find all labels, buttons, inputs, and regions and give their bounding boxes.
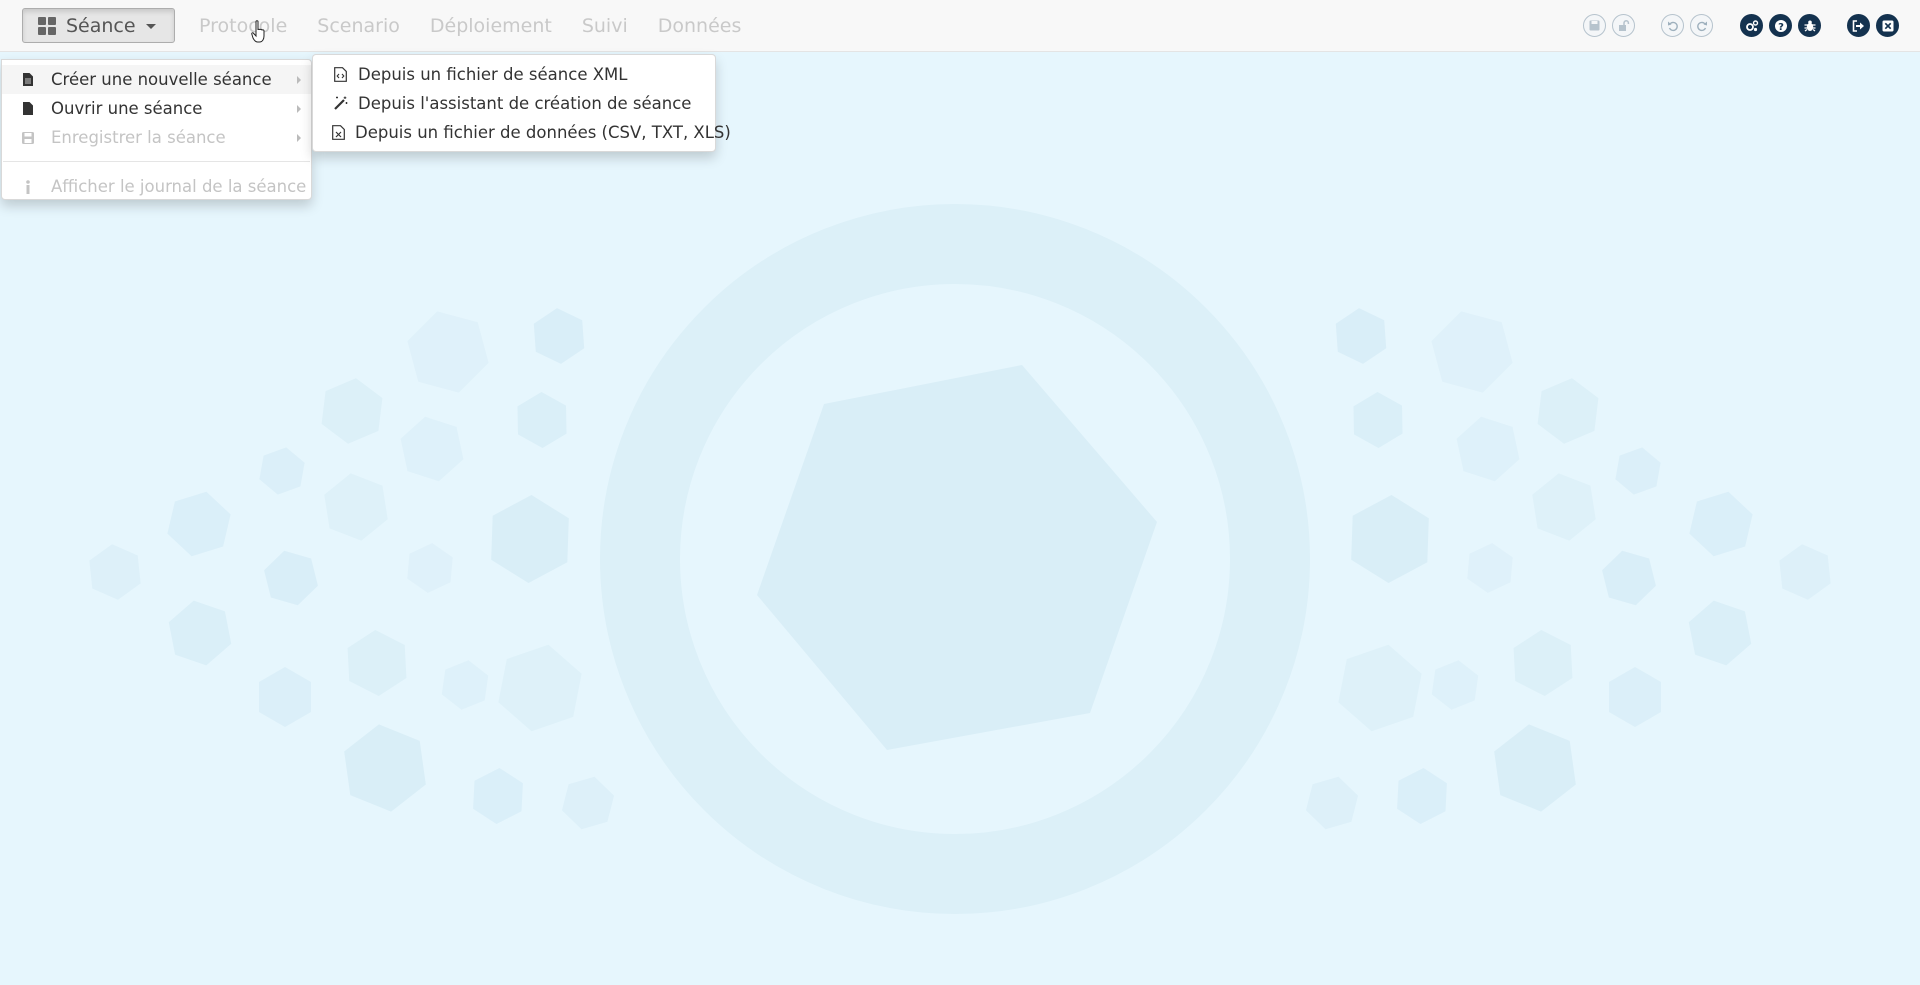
decorative-cube	[562, 776, 614, 830]
decorative-cube	[1338, 644, 1422, 732]
close-icon[interactable]	[1876, 14, 1899, 37]
decorative-cube	[347, 630, 407, 696]
menu-divider	[3, 161, 310, 162]
menu-item-label: Ouvrir une séance	[51, 99, 203, 118]
nav-suivi[interactable]: Suivi	[582, 15, 628, 37]
menu-item-ouvrir-seance[interactable]: Ouvrir une séance	[2, 94, 311, 123]
decorative-cube	[321, 378, 383, 444]
magic-wand-icon	[332, 96, 348, 111]
file-icon	[22, 72, 34, 87]
decorative-cube	[1602, 550, 1656, 606]
decorative-cube	[473, 768, 523, 824]
decorative-cube	[491, 495, 569, 583]
main-nav: Protocole Scenario Déploiement Suivi Don…	[199, 0, 771, 52]
nav-protocole[interactable]: Protocole	[199, 15, 287, 37]
menu-item-creer-seance[interactable]: Créer une nouvelle séance	[2, 65, 311, 94]
decorative-cube	[400, 416, 464, 482]
info-icon	[22, 179, 34, 194]
menu-item-label: Enregistrer la séance	[51, 128, 226, 147]
decorative-cube	[344, 724, 426, 812]
decorative-cube	[407, 543, 453, 593]
decorative-cube	[1351, 495, 1429, 583]
decorative-cube	[89, 544, 141, 600]
seance-dropdown-menu: Créer une nouvelle séance Ouvrir une séa…	[1, 59, 312, 200]
decorative-cube	[1537, 378, 1599, 444]
creer-seance-submenu: Depuis un fichier de séance XML Depuis l…	[312, 54, 731, 152]
menu-item-label: Créer une nouvelle séance	[51, 70, 272, 89]
app-tools-group: ?	[1740, 14, 1821, 38]
svg-text:?: ?	[1778, 22, 1784, 33]
nav-scenario[interactable]: Scenario	[317, 15, 400, 37]
decorative-cube	[264, 550, 318, 606]
decorative-cube	[1335, 308, 1387, 364]
menu-item-afficher-journal[interactable]: Afficher le journal de la séance	[2, 172, 311, 201]
menu-item-enregistrer-seance[interactable]: Enregistrer la séance	[2, 123, 311, 152]
unlock-icon[interactable]	[1612, 14, 1635, 37]
decorative-cube	[1779, 544, 1831, 600]
decorative-cube	[1431, 311, 1513, 393]
decorative-cube	[1494, 724, 1576, 812]
submenu-item-label: Depuis un fichier de données (CSV, TXT, …	[355, 123, 731, 142]
submenu-item-label: Depuis l'assistant de création de séance	[358, 94, 692, 113]
caret-down-icon	[145, 24, 156, 29]
hand-cursor-icon	[251, 20, 265, 43]
submenu-item-fichier-xml[interactable]: Depuis un fichier de séance XML	[313, 60, 715, 89]
file-excel-icon	[332, 125, 345, 140]
top-navbar: Séance Protocole Scenario Déploiement Su…	[0, 0, 1920, 52]
decorative-cube	[1615, 447, 1661, 495]
save-icon[interactable]	[1583, 14, 1606, 37]
seance-menu-label: Séance	[66, 14, 136, 37]
decorative-cube	[498, 644, 582, 732]
decorative-cube	[1431, 660, 1479, 710]
decorative-cube	[407, 311, 489, 393]
decorative-cube	[167, 491, 231, 557]
caret-right-icon	[297, 134, 301, 142]
decorative-cube	[1532, 473, 1596, 541]
grid-icon	[38, 16, 56, 35]
session-tools-group	[1847, 14, 1899, 38]
decorative-cube	[1306, 776, 1358, 830]
decorative-cube	[1689, 491, 1753, 557]
nav-deploiement[interactable]: Déploiement	[430, 15, 552, 37]
decorative-cube	[259, 447, 305, 495]
submenu-item-assistant[interactable]: Depuis l'assistant de création de séance	[313, 89, 715, 118]
caret-right-icon	[297, 105, 301, 113]
file-tools-group	[1583, 14, 1635, 38]
nav-donnees[interactable]: Données	[658, 15, 742, 37]
decorative-cube	[517, 392, 567, 448]
bug-icon[interactable]	[1798, 14, 1821, 37]
submenu-item-fichier-donnees[interactable]: Depuis un fichier de données (CSV, TXT, …	[313, 118, 731, 147]
decorative-cube	[324, 473, 388, 541]
decorative-cube	[1513, 630, 1573, 696]
caret-right-icon	[297, 76, 301, 84]
decorative-cube	[1688, 600, 1752, 666]
decorative-cube	[168, 600, 232, 666]
menu-item-label: Afficher le journal de la séance	[51, 177, 307, 196]
decorative-cube	[1609, 667, 1661, 727]
history-tools-group	[1661, 14, 1713, 38]
undo-icon[interactable]	[1661, 14, 1684, 37]
logout-icon[interactable]	[1847, 14, 1870, 37]
seance-menu-button[interactable]: Séance	[22, 8, 175, 43]
decorative-cube	[259, 667, 311, 727]
help-icon[interactable]: ?	[1769, 14, 1792, 37]
settings-icon[interactable]	[1740, 14, 1763, 37]
file-icon	[22, 101, 34, 116]
submenu-item-label: Depuis un fichier de séance XML	[358, 65, 628, 84]
decorative-cube	[1397, 768, 1447, 824]
redo-icon[interactable]	[1690, 14, 1713, 37]
decorative-cube	[441, 660, 489, 710]
decorative-cube	[1467, 543, 1513, 593]
decorative-cube	[533, 308, 585, 364]
decorative-cube	[1456, 416, 1520, 482]
floppy-icon	[22, 130, 34, 145]
file-code-icon	[332, 67, 348, 82]
decorative-cube	[1353, 392, 1403, 448]
